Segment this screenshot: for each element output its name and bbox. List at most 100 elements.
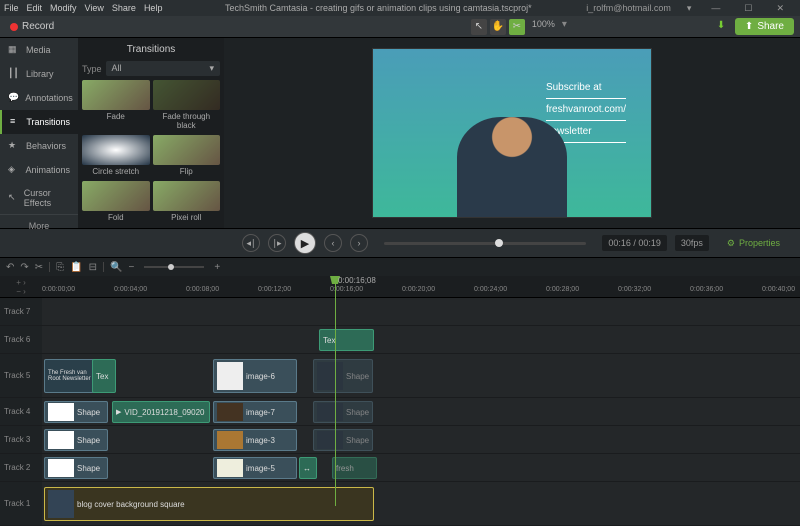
timeline-tracks: Track 7 Track 6 Tex Track 5 The Fresh va… xyxy=(0,298,800,526)
toolbar: Record ↖ ✋ ✂ 100% ▾ ⬇ ⬆ Share xyxy=(0,16,800,38)
menu-share[interactable]: Share xyxy=(112,3,136,13)
track-label: Track 5 xyxy=(0,354,42,397)
user-email[interactable]: i_rolfm@hotmail.com xyxy=(586,3,671,13)
menu-help[interactable]: Help xyxy=(144,3,163,13)
clip-fresh[interactable]: fresh xyxy=(332,457,377,479)
clip-shape[interactable]: Shape xyxy=(313,429,373,451)
sidebar-item-cursor[interactable]: ↖Cursor Effects xyxy=(0,182,78,214)
zoom-out-icon[interactable]: − xyxy=(128,262,134,273)
clip-image-5[interactable]: image-5 xyxy=(213,457,297,479)
clip-background[interactable]: blog cover background square xyxy=(44,487,374,521)
clip-label: image-3 xyxy=(246,436,275,445)
clip-shape[interactable]: Shape xyxy=(44,401,108,423)
clip-video[interactable]: ▶VID_20191218_09020 xyxy=(112,401,210,423)
properties-button[interactable]: ⚙ Properties xyxy=(717,235,790,252)
playhead[interactable] xyxy=(335,276,336,506)
menu-edit[interactable]: Edit xyxy=(27,3,43,13)
play-button[interactable]: ▶ xyxy=(294,232,316,254)
record-icon xyxy=(10,23,18,31)
preview-canvas[interactable]: Subscribe at freshvanroot.com/ newslette… xyxy=(224,38,800,228)
menu-bar: File Edit Modify View Share Help TechSmi… xyxy=(0,0,800,16)
track-7[interactable]: Track 7 xyxy=(0,298,800,326)
track-6[interactable]: Track 6 Tex xyxy=(0,326,800,354)
playback-time: 00:16 / 00:19 xyxy=(602,235,667,251)
clip-shape[interactable]: Shape xyxy=(313,359,373,393)
user-chevron-icon[interactable]: ▾ xyxy=(687,3,692,14)
track-4[interactable]: Track 4 Shape ▶VID_20191218_09020 image-… xyxy=(0,398,800,426)
clip-shape[interactable]: Shape xyxy=(44,457,108,479)
transition-name: Flip xyxy=(153,165,221,178)
track-1[interactable]: Track 1 blog cover background square xyxy=(0,482,800,526)
record-button[interactable]: Record xyxy=(0,21,64,32)
menu-file[interactable]: File xyxy=(4,3,19,13)
sidebar-label: Annotations xyxy=(25,93,73,103)
transition-flip[interactable]: Flip xyxy=(153,135,221,178)
split-icon[interactable]: ⊟ xyxy=(89,262,97,273)
copy-icon[interactable]: ⎘ xyxy=(56,262,64,273)
clip-label: image-7 xyxy=(246,408,275,417)
close-icon[interactable]: ✕ xyxy=(772,3,788,14)
sidebar-item-animations[interactable]: ◈Animations xyxy=(0,158,78,182)
window-title: TechSmith Camtasia - creating gifs or an… xyxy=(170,3,586,13)
sidebar-item-media[interactable]: ▦Media xyxy=(0,38,78,62)
pan-tool-icon[interactable]: ✋ xyxy=(490,19,506,35)
next-marker-button[interactable]: › xyxy=(350,234,368,252)
prev-marker-button[interactable]: ‹ xyxy=(324,234,342,252)
sidebar-item-library[interactable]: ┃┃Library xyxy=(0,62,78,86)
clip-image-3[interactable]: image-3 xyxy=(213,429,297,451)
chevron-down-icon: ▾ xyxy=(209,63,214,74)
timeline-ruler[interactable]: + › − › 0:00:00;00 0:00:04;00 0:00:08;00… xyxy=(0,276,800,298)
track-label: Track 1 xyxy=(0,482,42,525)
undo-icon[interactable]: ↶ xyxy=(6,262,14,273)
canvas-zoom[interactable]: 100% xyxy=(528,19,559,35)
transition-fold[interactable]: Fold xyxy=(82,181,150,224)
playback-fps[interactable]: 30fps xyxy=(675,235,709,251)
share-icon: ⬆ xyxy=(745,21,753,32)
minimize-icon[interactable]: — xyxy=(707,3,724,13)
type-select[interactable]: All ▾ xyxy=(106,61,220,76)
paste-icon[interactable]: 📋 xyxy=(70,262,82,273)
track-2[interactable]: Track 2 Shape image-5 ↔ fresh xyxy=(0,454,800,482)
transition-fade-black[interactable]: Fade through black xyxy=(153,80,221,132)
menu-modify[interactable]: Modify xyxy=(50,3,77,13)
menu-view[interactable]: View xyxy=(85,3,104,13)
clip-text[interactable]: Tex xyxy=(319,329,374,351)
cut-icon[interactable]: ✂ xyxy=(35,262,43,273)
download-icon[interactable]: ⬇ xyxy=(717,20,731,34)
maximize-icon[interactable]: ☐ xyxy=(740,3,756,14)
crop-tool-icon[interactable]: ✂ xyxy=(509,19,525,35)
share-button[interactable]: ⬆ Share xyxy=(735,18,794,35)
expand-icon[interactable]: + › xyxy=(16,278,26,287)
zoom-icon[interactable]: 🔍 xyxy=(110,262,122,273)
clip-label: Shape xyxy=(346,372,369,381)
track-3[interactable]: Track 3 Shape image-3 Shape xyxy=(0,426,800,454)
sidebar-label: Transitions xyxy=(26,117,70,127)
zoom-in-icon[interactable]: + xyxy=(214,262,220,273)
pointer-tool-icon[interactable]: ↖ xyxy=(471,19,487,35)
clip-shape[interactable]: Shape xyxy=(313,401,373,423)
sidebar-item-behaviors[interactable]: ★Behaviors xyxy=(0,134,78,158)
track-5[interactable]: Track 5 The Fresh van Root Newsletter Te… xyxy=(0,354,800,398)
redo-icon[interactable]: ↷ xyxy=(20,262,28,273)
sidebar-item-transitions[interactable]: ≡Transitions xyxy=(0,110,78,134)
clip-image-7[interactable]: image-7 xyxy=(213,401,297,423)
clip-transition[interactable]: ↔ xyxy=(299,457,317,479)
clip-shape[interactable]: Shape xyxy=(44,429,108,451)
prev-frame-button[interactable]: ◂∣ xyxy=(242,234,260,252)
transition-fade[interactable]: Fade xyxy=(82,80,150,132)
collapse-icon[interactable]: − › xyxy=(16,287,26,296)
next-frame-button[interactable]: ∣▸ xyxy=(268,234,286,252)
clip-image-6[interactable]: image-6 xyxy=(213,359,297,393)
sidebar-item-annotations[interactable]: 💬Annotations xyxy=(0,86,78,110)
timeline-zoom-slider[interactable] xyxy=(144,266,204,268)
transition-name: Pixei roll xyxy=(153,211,221,224)
clip-label: blog cover background square xyxy=(77,500,185,509)
playback-slider[interactable] xyxy=(384,242,586,245)
transition-circle-stretch[interactable]: Circle stretch xyxy=(82,135,150,178)
tick: 0:00:20;00 xyxy=(402,286,435,293)
zoom-chevron-icon[interactable]: ▾ xyxy=(562,19,567,35)
transition-pixel-roll[interactable]: Pixei roll xyxy=(153,181,221,224)
share-label: Share xyxy=(757,21,784,32)
clip-text[interactable]: Tex xyxy=(92,359,116,393)
sidebar-more[interactable]: More xyxy=(0,214,78,237)
